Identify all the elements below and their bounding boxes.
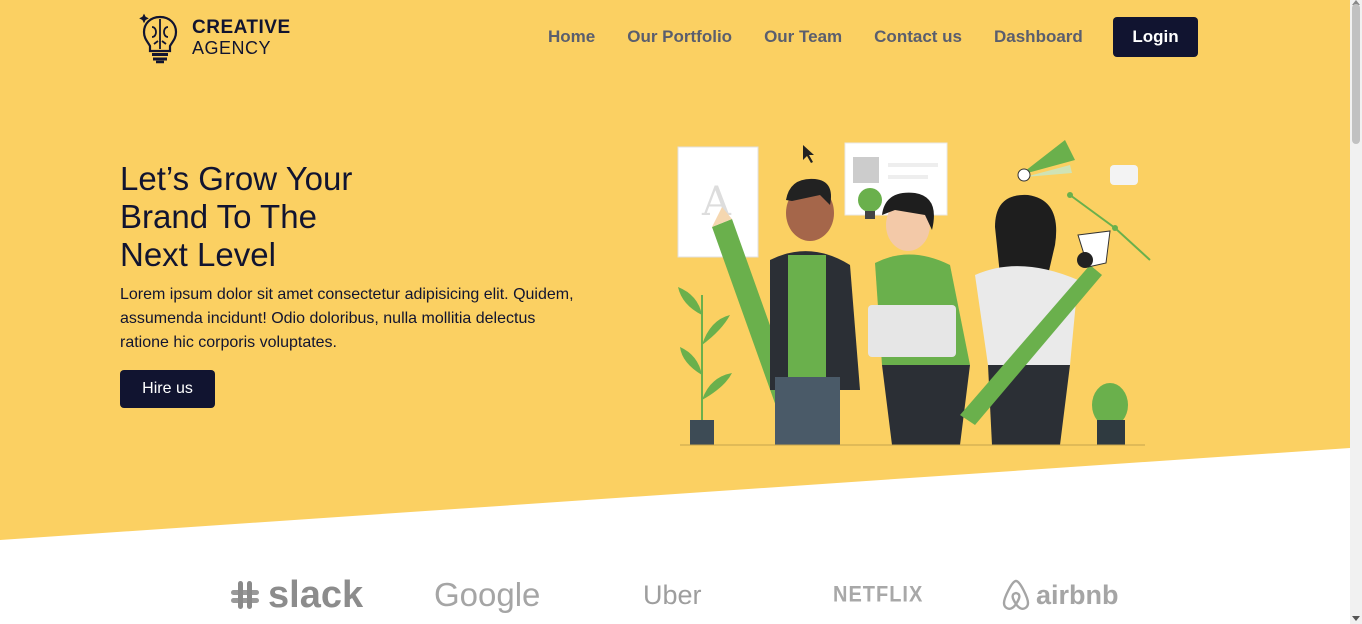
nav-our-portfolio[interactable]: Our Portfolio xyxy=(627,17,732,57)
scroll-thumb[interactable] xyxy=(1352,4,1360,144)
scroll-down-arrow-icon[interactable] xyxy=(1352,616,1360,621)
team-illustration: A xyxy=(677,140,1151,446)
airbnb-belo-icon xyxy=(1002,579,1030,610)
hero-description: Lorem ipsum dolor sit amet consectetur a… xyxy=(120,286,574,351)
headline-line: Next Level xyxy=(120,236,276,273)
headline-line: Brand To The xyxy=(120,198,317,235)
login-button[interactable]: Login xyxy=(1113,17,1198,57)
nav-dashboard[interactable]: Dashboard xyxy=(994,17,1083,57)
client-name: Google xyxy=(434,576,541,613)
client-name: slack xyxy=(268,573,364,616)
nav-our-team[interactable]: Our Team xyxy=(764,17,842,57)
client-name: Uber xyxy=(643,579,702,610)
netflix-logo: NETFLIX xyxy=(833,568,923,623)
uber-logo: Uber xyxy=(643,570,702,620)
brain-bulb-icon xyxy=(139,13,178,63)
nav-home[interactable]: Home xyxy=(548,17,595,57)
hire-us-button[interactable]: Hire us xyxy=(120,370,215,408)
brand-name-line2: AGENCY xyxy=(192,37,272,58)
client-logos: slack Google Uber NETFLIX airbnb xyxy=(0,570,1350,620)
slack-logo: slack xyxy=(228,570,363,620)
nav-contact-us[interactable]: Contact us xyxy=(874,17,962,57)
hero-headline: Let’s Grow Your Brand To The Next Level xyxy=(120,160,450,274)
main-nav: Home Our Portfolio Our Team Contact us D… xyxy=(548,17,1115,57)
airbnb-logo: airbnb xyxy=(1000,570,1119,620)
vertical-scrollbar[interactable] xyxy=(1350,0,1362,624)
client-name: NETFLIX xyxy=(833,582,924,607)
brand-name-line1: CREATIVE xyxy=(192,16,291,38)
slack-hash-icon xyxy=(231,581,259,609)
google-logo: Google xyxy=(434,570,540,620)
headline-line: Let’s Grow Your xyxy=(120,160,353,197)
client-name: airbnb xyxy=(1036,579,1119,610)
brand-logo[interactable]: CREATIVE AGENCY xyxy=(138,10,291,65)
